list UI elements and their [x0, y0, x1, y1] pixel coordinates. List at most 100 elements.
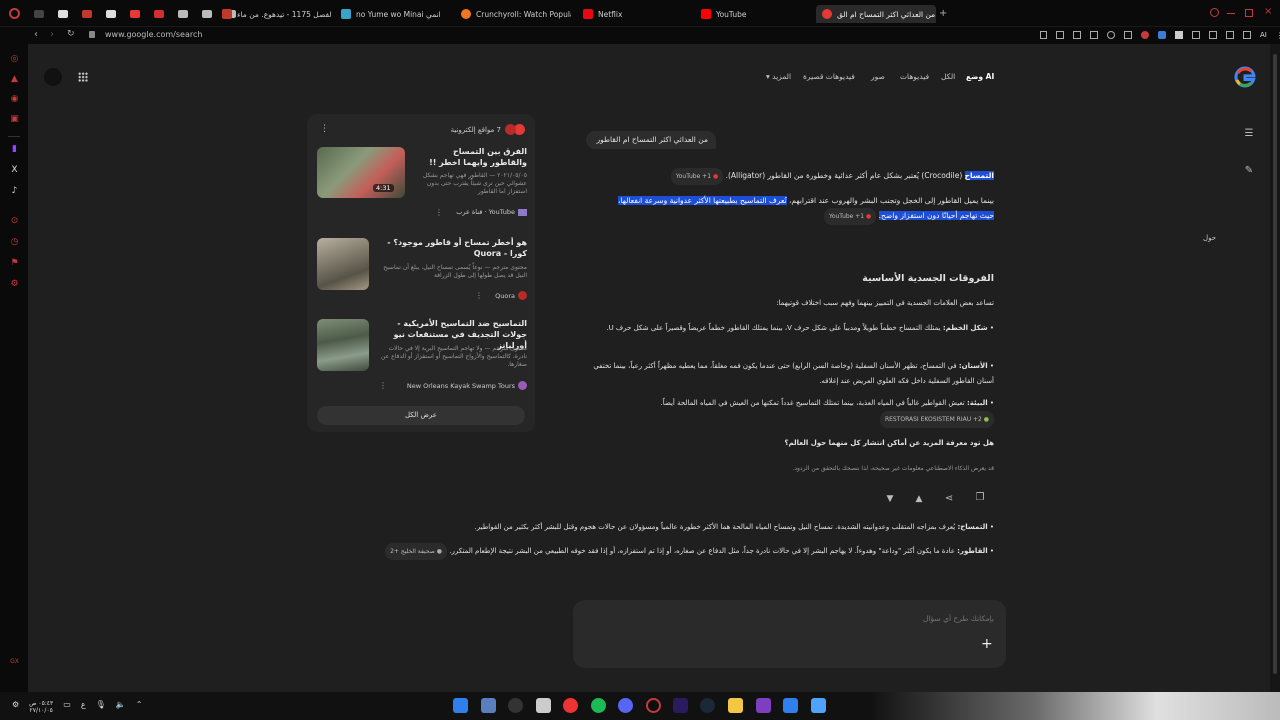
url-field[interactable]: www.google.com/search	[105, 30, 202, 39]
copy-icon[interactable]: ❐	[974, 492, 986, 504]
adblock-icon[interactable]	[1141, 31, 1149, 39]
new-tab-icon[interactable]: +	[939, 8, 947, 19]
tab-google-active[interactable]: من العدائي اكثر التمساح ام الق	[816, 5, 936, 23]
bookmark-icon[interactable]	[1040, 31, 1047, 39]
taskbar-app-icon[interactable]	[508, 698, 523, 713]
source-card[interactable]: التماسيح ضد التماسيح الأمريكية - جولات ا…	[317, 318, 527, 398]
window-close-icon[interactable]: ×	[1264, 6, 1272, 17]
tab-icon-k[interactable]	[154, 10, 164, 18]
back-icon[interactable]: ‹	[34, 29, 38, 40]
vpn-icon[interactable]	[1192, 31, 1200, 39]
window-minimize-icon[interactable]	[1227, 13, 1235, 14]
heart-icon[interactable]	[1107, 31, 1115, 39]
twitch-icon[interactable]: ▮	[9, 144, 20, 155]
display-icon[interactable]: ▭	[63, 700, 71, 714]
thumb-down-icon[interactable]: ▼	[884, 493, 896, 505]
more-menu-icon[interactable]: ⋮	[1276, 31, 1280, 40]
speed-dial-icon[interactable]: ▲	[9, 74, 20, 85]
tray-chevron-icon[interactable]: ⌃	[136, 700, 143, 714]
taskbar-chrome-icon[interactable]	[563, 698, 578, 713]
taskbar-start-icon[interactable]	[811, 698, 826, 713]
thumb-up-icon[interactable]: ▲	[913, 493, 925, 505]
menu-icon[interactable]	[1124, 31, 1132, 39]
tab-icon-workspaces[interactable]	[34, 10, 44, 18]
language-indicator[interactable]: ع	[81, 700, 86, 714]
player-icon[interactable]: ⊙	[9, 216, 20, 227]
x-twitter-icon[interactable]: X	[9, 165, 20, 176]
taskbar-store-icon[interactable]	[536, 698, 551, 713]
network-icon[interactable]: ⚙	[12, 700, 19, 714]
sources-more-icon[interactable]: ⋮	[320, 124, 329, 134]
share-icon[interactable]: ⋖	[943, 493, 955, 505]
nav-all[interactable]: الكل	[941, 72, 955, 81]
google-logo[interactable]	[1234, 66, 1256, 88]
tab-icon-tool[interactable]	[202, 10, 212, 18]
taskbar-photoshop-icon[interactable]	[453, 698, 468, 713]
source-more-icon[interactable]: ⋮	[475, 291, 483, 300]
taskbar-opera-icon[interactable]	[646, 698, 661, 713]
taskbar-steam-icon[interactable]	[700, 698, 715, 713]
tab-icon-red[interactable]	[130, 10, 140, 18]
plus-icon[interactable]: +	[981, 636, 993, 652]
reload-icon[interactable]: ↻	[67, 29, 75, 39]
send-icon[interactable]	[1090, 31, 1098, 39]
translate-icon[interactable]	[1073, 31, 1081, 39]
messenger-icon[interactable]: ◉	[9, 94, 20, 105]
nav-videos[interactable]: فيديوهات	[900, 72, 929, 81]
tab-icon-insta[interactable]	[178, 10, 188, 18]
source-card[interactable]: هو أخطر تمساح أو قاطور موجود؟ - كورا - Q…	[317, 237, 527, 309]
nav-short-videos[interactable]: فيديوهات قصيرة	[803, 72, 855, 81]
gx-icon[interactable]: GX	[9, 656, 20, 667]
snapshot-icon[interactable]	[1226, 31, 1234, 39]
taskbar-vpn-icon[interactable]	[783, 698, 798, 713]
source-more-icon[interactable]: ⋮	[379, 381, 387, 390]
search-tabs-icon[interactable]	[1210, 8, 1219, 17]
volume-icon[interactable]: 🔈	[116, 700, 126, 714]
citation-chip[interactable]: ● RESTORASI EKOSISTEM RIAU +2	[879, 411, 994, 428]
aria-sidebar-icon[interactable]: ◎	[9, 54, 20, 65]
tab-anime[interactable]: no Yume wo Minai انمي	[341, 5, 451, 23]
opera-logo[interactable]	[9, 8, 20, 19]
tab-icon-doc[interactable]	[58, 10, 68, 18]
history-icon[interactable]: ◷	[9, 237, 20, 248]
tab-youtube[interactable]: YouTube	[701, 5, 801, 23]
clock[interactable]: ٠٥:٤٣ ص ٢٧/١٠/٠٥	[29, 700, 53, 714]
settings-icon[interactable]: ⚙	[9, 279, 20, 290]
citation-chip[interactable]: ● صحيفة الخليج +2	[385, 543, 447, 560]
apps-grid-icon[interactable]	[78, 72, 88, 82]
page-scrollbar[interactable]	[1270, 44, 1280, 692]
nav-more[interactable]: ▾ المزيد	[766, 72, 791, 81]
instagram-icon[interactable]: ▣	[9, 114, 20, 125]
nav-images[interactable]: صور	[871, 72, 885, 81]
tab-crunchyroll[interactable]: Crunchyroll: Watch Popular	[461, 5, 571, 23]
taskbar-premiere-icon[interactable]	[673, 698, 688, 713]
forward-icon[interactable]: ›	[50, 29, 54, 40]
new-chat-icon[interactable]: ✎	[1243, 165, 1255, 177]
speaker-icon[interactable]	[1175, 31, 1183, 39]
window-maximize-icon[interactable]	[1245, 9, 1253, 17]
download-icon[interactable]	[1243, 31, 1251, 39]
source-more-icon[interactable]: ⋮	[435, 208, 443, 217]
ask-input[interactable]	[694, 610, 994, 626]
citation-chip[interactable]: ● YouTube +1	[670, 168, 724, 185]
citation-chip[interactable]: ● YouTube +1	[823, 208, 877, 225]
sources-count[interactable]: 7 مواقع إلكترونية	[451, 124, 525, 135]
tab-icon-youtube[interactable]	[82, 10, 92, 18]
aria-icon[interactable]: AI	[1260, 31, 1267, 40]
taskbar-spotify-icon[interactable]	[591, 698, 606, 713]
taskbar-explorer-icon[interactable]	[728, 698, 743, 713]
tracker-icon[interactable]	[1056, 31, 1064, 39]
account-avatar[interactable]	[44, 68, 62, 86]
taskbar-widget-icon[interactable]	[481, 698, 496, 713]
taskbar-discord-icon[interactable]	[618, 698, 633, 713]
tab-netflix[interactable]: Netflix	[583, 5, 683, 23]
list-icon[interactable]: ☰	[1243, 128, 1255, 140]
source-card[interactable]: 4:31 الفرق بين التمساح والقاطور وايهما ا…	[317, 146, 527, 224]
extensions-icon[interactable]	[1209, 31, 1217, 39]
pinboard-icon[interactable]: ⚑	[9, 258, 20, 269]
tiktok-icon[interactable]: ♪	[9, 186, 20, 197]
nav-ai-mode[interactable]: وضع AI	[966, 72, 994, 81]
microphone-icon[interactable]: 🎙	[96, 700, 106, 714]
scrollbar-thumb[interactable]	[1273, 54, 1277, 674]
taskbar-idt-icon[interactable]	[756, 698, 771, 713]
